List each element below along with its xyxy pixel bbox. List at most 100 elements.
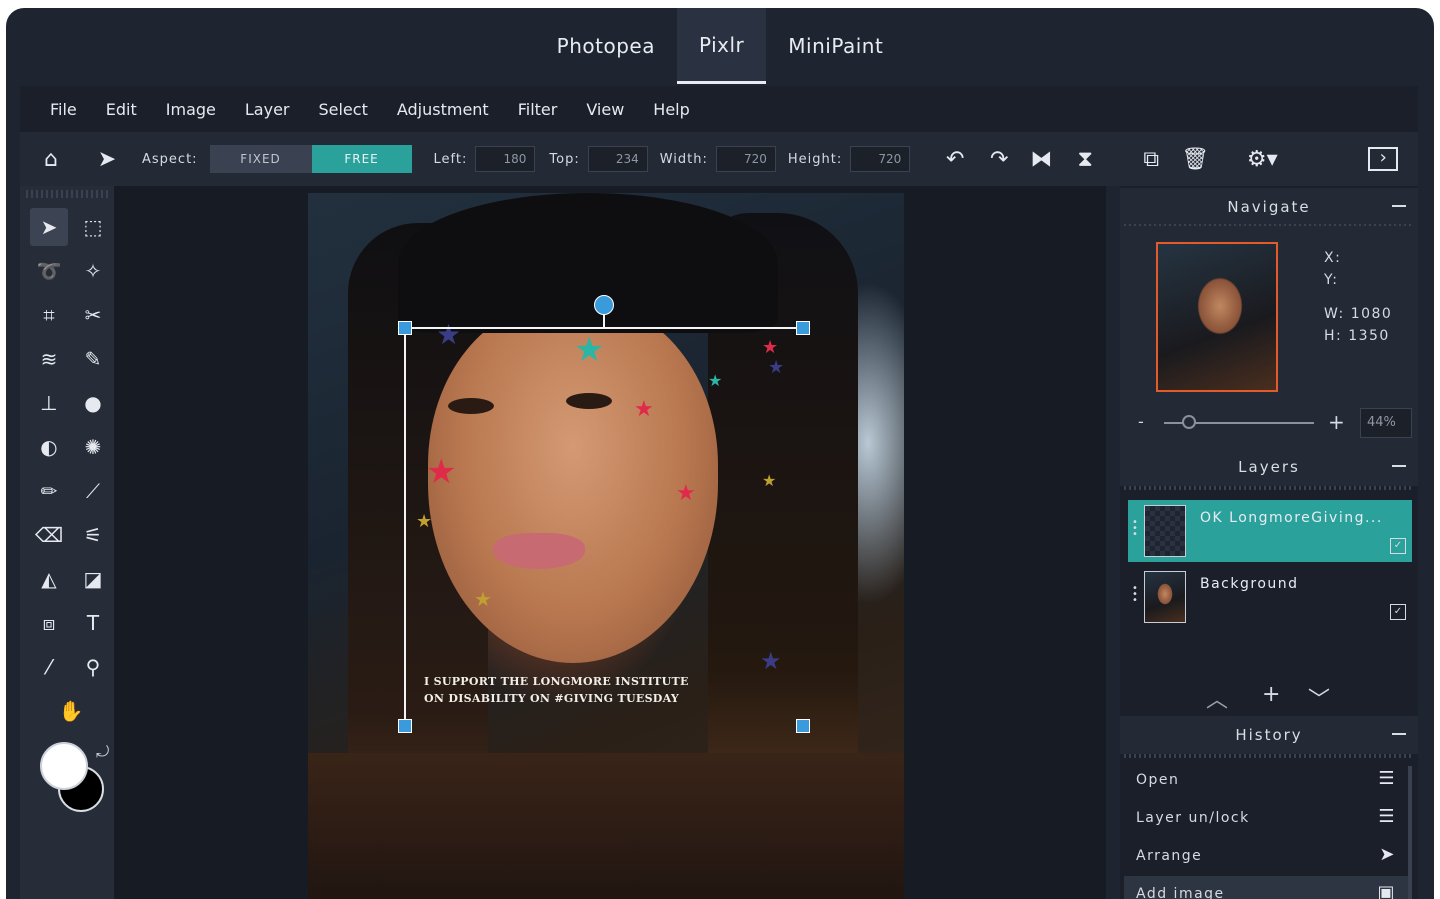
pencil-tool-icon[interactable]: ✏ bbox=[30, 472, 68, 510]
heal-tool-icon[interactable]: ✎ bbox=[74, 340, 112, 378]
shoulder bbox=[308, 753, 904, 899]
history-item-label: Layer un/lock bbox=[1136, 810, 1250, 826]
zoom-tool-icon[interactable]: ⚲ bbox=[74, 648, 112, 686]
tab-photopea[interactable]: Photopea bbox=[535, 8, 677, 84]
history-item[interactable]: Arrange ➤ bbox=[1124, 838, 1408, 874]
menu-edit[interactable]: Edit bbox=[106, 100, 137, 119]
canvas-workspace[interactable]: ★ ★ ★ ★ ★ ★ ★ ★ ★ ★ ★ ★ I SUPPORT THE LO… bbox=[114, 186, 1106, 899]
layers-collapse-icon[interactable] bbox=[1392, 465, 1406, 467]
history-item[interactable]: Add image ▣ bbox=[1124, 876, 1408, 899]
color-replace-icon[interactable]: ⚟ bbox=[74, 516, 112, 554]
width-input[interactable]: 720 bbox=[715, 146, 776, 172]
swap-colors-icon[interactable]: ⤾ bbox=[96, 742, 109, 762]
left-input[interactable]: 180 bbox=[475, 146, 536, 172]
redo-icon[interactable]: ↷ bbox=[984, 147, 1014, 172]
navigate-collapse-icon[interactable] bbox=[1392, 205, 1406, 207]
rotate-handle[interactable] bbox=[594, 295, 614, 315]
aspect-free-button[interactable]: FREE bbox=[311, 145, 412, 173]
navigate-header[interactable]: Navigate bbox=[1120, 188, 1418, 226]
resize-handle-se[interactable] bbox=[796, 719, 810, 733]
height-label: Height: bbox=[787, 151, 843, 167]
toolbox-grip[interactable] bbox=[26, 190, 108, 198]
menu-adjustment[interactable]: Adjustment bbox=[397, 100, 489, 119]
resize-handle-sw[interactable] bbox=[398, 719, 412, 733]
hair-top bbox=[398, 193, 778, 333]
tab-minipaint[interactable]: MiniPaint bbox=[766, 8, 905, 84]
clone-stamp-icon[interactable]: ⊥ bbox=[30, 384, 68, 422]
undo-icon[interactable]: ↶ bbox=[940, 147, 970, 172]
flip-vertical-icon[interactable]: ⧗ bbox=[1070, 147, 1100, 172]
top-input[interactable]: 234 bbox=[587, 146, 648, 172]
zoom-out-button[interactable]: - bbox=[1138, 412, 1144, 431]
magic-wand-icon[interactable]: ✧ bbox=[74, 252, 112, 290]
gradient-tool-icon[interactable]: ◪ bbox=[74, 560, 112, 598]
move-layer-down-icon[interactable]: ﹀ bbox=[1308, 682, 1330, 714]
fill-tool-icon[interactable]: ◭ bbox=[30, 560, 68, 598]
add-layer-icon[interactable]: + bbox=[1262, 682, 1280, 707]
menu-image[interactable]: Image bbox=[166, 100, 216, 119]
flip-horizontal-icon[interactable]: ⧓ bbox=[1026, 147, 1056, 172]
menu-view[interactable]: View bbox=[586, 100, 624, 119]
hand-tool-icon[interactable]: ✋ bbox=[52, 692, 90, 730]
menu-help[interactable]: Help bbox=[653, 100, 689, 119]
image-icon: ▣ bbox=[1377, 882, 1396, 899]
aspect-fixed-button[interactable]: FIXED bbox=[209, 145, 312, 173]
history-item-label: Add image bbox=[1136, 886, 1225, 899]
menu-select[interactable]: Select bbox=[318, 100, 367, 119]
lasso-tool-icon[interactable]: ➰ bbox=[30, 252, 68, 290]
document-image[interactable]: ★ ★ ★ ★ ★ ★ ★ ★ ★ ★ ★ ★ I SUPPORT THE LO… bbox=[308, 193, 904, 899]
drag-handle-icon[interactable]: • • • bbox=[1132, 518, 1138, 540]
layer-row[interactable]: • • • OK LongmoreGiving... ✓ bbox=[1128, 500, 1412, 562]
duplicate-icon[interactable]: ⧉ bbox=[1136, 147, 1166, 172]
layer-row[interactable]: • • • Background ✓ bbox=[1128, 566, 1412, 628]
history-collapse-icon[interactable] bbox=[1392, 733, 1406, 735]
history-scrollbar[interactable] bbox=[1408, 766, 1412, 899]
menu-filter[interactable]: Filter bbox=[518, 100, 558, 119]
top-label: Top: bbox=[549, 151, 580, 167]
layers-header[interactable]: Layers bbox=[1120, 448, 1418, 486]
home-icon[interactable]: ⌂ bbox=[36, 147, 66, 172]
eraser-tool-icon[interactable]: ⌫ bbox=[30, 516, 68, 554]
arrange-tool-icon[interactable]: ➤ bbox=[30, 208, 68, 246]
resize-handle-ne[interactable] bbox=[796, 321, 810, 335]
blur-tool-icon[interactable]: ● bbox=[74, 384, 112, 422]
zoom-input[interactable]: 44% bbox=[1360, 408, 1412, 438]
layer-name: Background bbox=[1200, 576, 1299, 592]
layer-visibility-checkbox[interactable]: ✓ bbox=[1390, 538, 1406, 554]
gear-icon[interactable]: ⚙▾ bbox=[1240, 147, 1284, 172]
cutout-tool-icon[interactable]: ✂ bbox=[74, 296, 112, 334]
panel-toggle-icon[interactable]: › bbox=[1368, 147, 1399, 171]
selection-box[interactable] bbox=[404, 327, 802, 725]
sponge-tool-icon[interactable]: ✺ bbox=[74, 428, 112, 466]
menu-layer[interactable]: Layer bbox=[245, 100, 290, 119]
tab-pixlr[interactable]: Pixlr bbox=[676, 8, 767, 84]
pointer-icon[interactable]: ➤ bbox=[92, 147, 122, 172]
shape-tool-icon[interactable]: ⧈ bbox=[30, 604, 68, 642]
aspect-label: Aspect: bbox=[142, 151, 198, 167]
navigator-thumbnail[interactable] bbox=[1156, 242, 1278, 392]
history-header[interactable]: History bbox=[1120, 716, 1418, 754]
nav-y-label: Y: bbox=[1324, 272, 1339, 288]
menu-file[interactable]: File bbox=[50, 100, 77, 119]
layer-visibility-checkbox[interactable]: ✓ bbox=[1390, 604, 1406, 620]
nav-height-readout: H: 1350 bbox=[1324, 328, 1390, 344]
crop-tool-icon[interactable]: ⌗ bbox=[30, 296, 68, 334]
history-item[interactable]: Layer un/lock ☰ bbox=[1124, 800, 1408, 836]
marquee-tool-icon[interactable]: ⬚ bbox=[74, 208, 112, 246]
resize-handle-nw[interactable] bbox=[398, 321, 412, 335]
zoom-in-button[interactable]: + bbox=[1328, 410, 1345, 434]
options-toolbar: ⌂ ➤ Aspect: FIXED FREE Left: 180 Top: 23… bbox=[20, 132, 1418, 186]
liquify-tool-icon[interactable]: ≋ bbox=[30, 340, 68, 378]
pointer-icon: ➤ bbox=[1379, 844, 1396, 865]
trash-icon[interactable]: 🗑 bbox=[1180, 147, 1210, 172]
zoom-slider-knob[interactable] bbox=[1182, 415, 1196, 429]
move-layer-up-icon[interactable]: ︿ bbox=[1206, 682, 1228, 714]
eyedropper-tool-icon[interactable]: ⁄ bbox=[30, 648, 68, 686]
dodge-tool-icon[interactable]: ◐ bbox=[30, 428, 68, 466]
height-input[interactable]: 720 bbox=[850, 146, 911, 172]
text-tool-icon[interactable]: T bbox=[74, 604, 112, 642]
foreground-color-swatch[interactable] bbox=[40, 742, 88, 790]
brush-tool-icon[interactable]: ⟋ bbox=[74, 472, 112, 510]
drag-handle-icon[interactable]: • • • bbox=[1132, 584, 1138, 606]
history-item[interactable]: Open ☰ bbox=[1124, 762, 1408, 798]
